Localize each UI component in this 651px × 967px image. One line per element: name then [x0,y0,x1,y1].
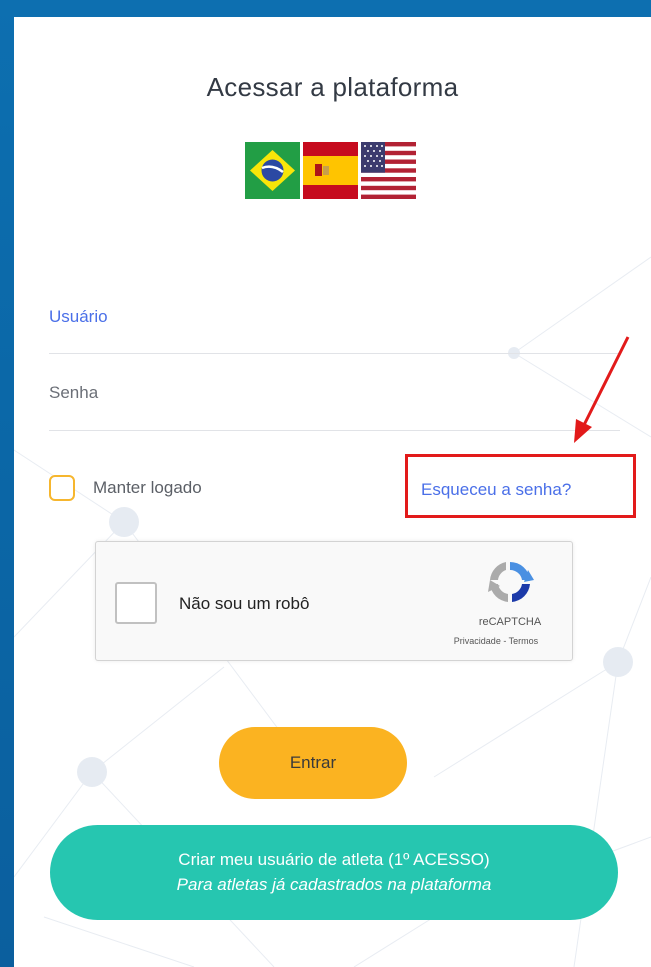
forgot-password-link[interactable]: Esqueceu a senha? [421,480,571,500]
recaptcha-widget: Não sou um robô reCAPTCHA Privacidade - … [95,541,573,661]
brazil-flag-icon[interactable] [245,142,300,199]
recaptcha-icon [488,561,534,602]
recaptcha-checkbox[interactable] [115,582,157,624]
login-card: Acessar a plataforma Usuário Senha Mante… [14,17,651,967]
spain-flag-icon[interactable] [303,142,358,199]
recaptcha-links-separator: - [500,636,509,646]
create-athlete-user-button[interactable]: Criar meu usuário de atleta (1º ACESSO) … [50,825,618,920]
language-selector [245,142,416,199]
recaptcha-privacy-link[interactable]: Privacidade [454,636,501,646]
create-button-title: Criar meu usuário de atleta (1º ACESSO) [178,850,490,869]
recaptcha-brand: reCAPTCHA [478,616,542,628]
remember-me-toggle[interactable]: Manter logado [49,475,202,501]
remember-me-checkbox[interactable] [49,475,75,501]
recaptcha-terms-link[interactable]: Termos [509,636,539,646]
remember-me-label: Manter logado [93,478,202,497]
password-label: Senha [49,383,99,402]
login-button[interactable]: Entrar [219,727,407,799]
password-field[interactable]: Senha [49,353,620,431]
usa-flag-icon[interactable] [361,142,416,199]
recaptcha-label: Não sou um robô [179,594,310,613]
recaptcha-links: Privacidade - Termos [431,636,561,646]
create-button-subtitle: Para atletas já cadastrados na plataform… [176,875,492,894]
username-field[interactable]: Usuário [49,287,620,354]
username-label: Usuário [49,307,108,326]
red-arrow-annotation [574,336,630,443]
page-title: Acessar a plataforma [206,72,459,102]
